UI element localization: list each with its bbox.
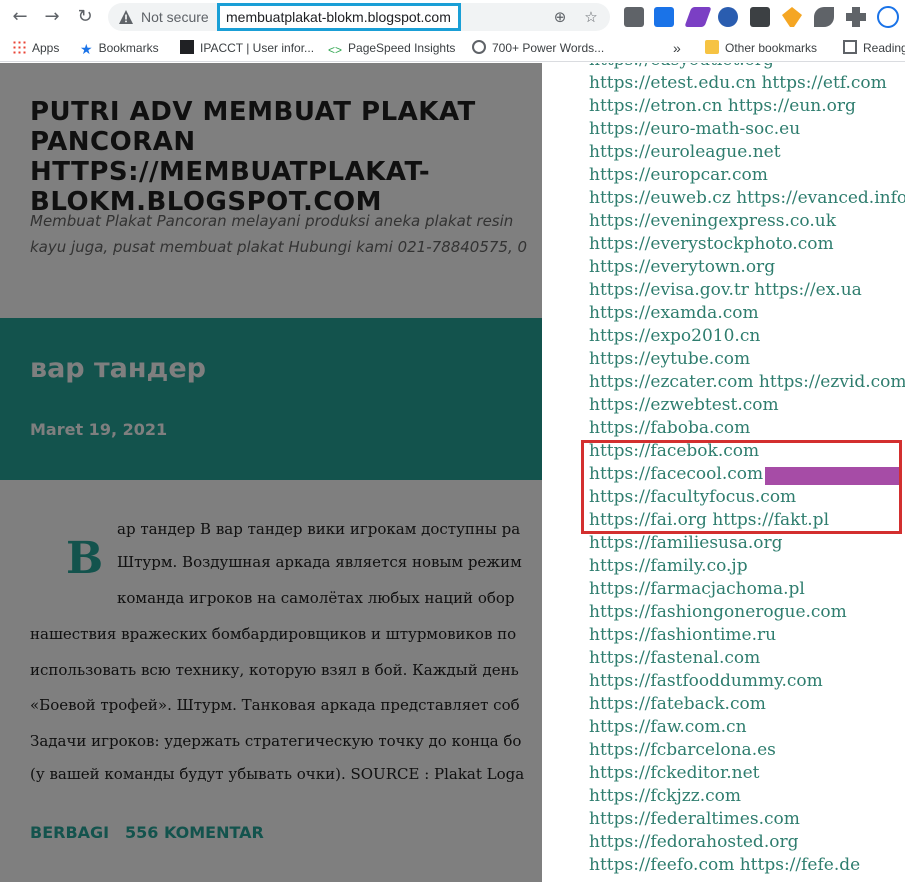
url-list-item[interactable]: https://farmacjachoma.pl — [589, 578, 905, 601]
extension-globe-icon[interactable] — [718, 7, 738, 27]
highlight-box — [581, 440, 902, 534]
url-list-item[interactable]: https://feefo.com https://fefe.de — [589, 854, 905, 877]
extension-pen-icon[interactable] — [684, 7, 712, 27]
url-list-item[interactable]: https://eveningexpress.co.uk — [589, 210, 905, 233]
apps-grid-icon — [12, 40, 26, 54]
not-secure-label[interactable]: Not secure — [141, 9, 209, 25]
bookmark-bookmarks[interactable]: ★ Bookmarks — [80, 40, 159, 57]
extension-leaf-icon[interactable] — [814, 7, 834, 27]
star-icon: ★ — [80, 41, 93, 57]
url-list-item[interactable]: https://everytown.org — [589, 256, 905, 279]
bookmarks-overflow-button[interactable]: » — [673, 40, 681, 56]
reload-icon[interactable]: ↻ — [73, 5, 97, 29]
url-text[interactable]: membuatplakat-blokm.blogspot.com — [226, 9, 451, 25]
url-list-item[interactable]: https://familiesusa.org — [589, 532, 905, 555]
url-list-item[interactable]: https://faboba.com — [589, 417, 905, 440]
url-list-item[interactable]: https://expo2010.cn — [589, 325, 905, 348]
url-list-item[interactable]: https://fastfooddummy.com — [589, 670, 905, 693]
url-list-item[interactable]: https://fedorahosted.org — [589, 831, 905, 854]
reading-list-button[interactable]: Reading — [843, 40, 905, 56]
url-list-item[interactable]: https://fckeditor.net — [589, 762, 905, 785]
url-list-panel: https://easyoutlet.orghttps://etest.edu.… — [542, 63, 905, 882]
url-list-item[interactable]: https://euweb.cz https://evanced.info — [589, 187, 905, 210]
bookmark-power-words[interactable]: 700+ Power Words... — [472, 40, 604, 56]
url-list-item[interactable]: https://fckjzz.com — [589, 785, 905, 808]
url-highlight-box: membuatplakat-blokm.blogspot.com — [217, 3, 461, 31]
bookmark-pagespeed[interactable]: <> PageSpeed Insights — [328, 40, 455, 57]
bookmark-star-icon[interactable]: ☆ — [581, 7, 601, 27]
url-list-item[interactable]: https://etron.cn https://eun.org — [589, 95, 905, 118]
url-list-item[interactable]: https://etest.edu.cn https://etf.com — [589, 72, 905, 95]
url-list-item[interactable]: https://fastenal.com — [589, 647, 905, 670]
bookmark-apps[interactable]: Apps — [12, 40, 59, 56]
url-list-item[interactable]: https://examda.com — [589, 302, 905, 325]
url-list-item[interactable]: https://euro-math-soc.eu — [589, 118, 905, 141]
extension-accessibility-icon[interactable] — [654, 7, 674, 27]
url-list-item[interactable]: https://fateback.com — [589, 693, 905, 716]
url-list-item[interactable]: https://evisa.gov.tr https://ex.ua — [589, 279, 905, 302]
url-list-item[interactable]: https://ezcater.com https://ezvid.com — [589, 371, 905, 394]
warning-triangle-icon — [119, 10, 133, 24]
profile-avatar-icon[interactable] — [877, 6, 899, 28]
extension-screenshot-icon[interactable] — [750, 7, 770, 27]
ipacct-logo-icon — [180, 40, 194, 54]
bookmark-ipacct[interactable]: IPACCT | User infor... — [180, 40, 314, 56]
other-bookmarks-folder[interactable]: Other bookmarks — [705, 40, 817, 56]
reading-list-icon — [843, 40, 857, 54]
url-list-item[interactable]: https://ezwebtest.com — [589, 394, 905, 417]
folder-icon — [705, 40, 719, 54]
url-list-item[interactable]: https://fashiongonerogue.com — [589, 601, 905, 624]
redaction-bar — [765, 467, 899, 485]
url-list-item[interactable]: https://easyoutlet.org — [589, 63, 905, 72]
back-arrow-icon[interactable]: ← — [8, 5, 32, 29]
browser-toolbar: ← → ↻ Not secure membuatplakat-blokm.blo… — [0, 0, 905, 34]
url-list-item[interactable]: https://federaltimes.com — [589, 808, 905, 831]
page-viewport: PUTRI ADV MEMBUAT PLAKAT PANCORAN HTTPS:… — [0, 63, 905, 882]
url-list-item[interactable]: https://faw.com.cn — [589, 716, 905, 739]
url-list-item[interactable]: https://family.co.jp — [589, 555, 905, 578]
globe-icon — [472, 40, 486, 54]
extension-plant-icon[interactable] — [782, 7, 802, 27]
extensions-puzzle-icon[interactable] — [846, 7, 866, 27]
forward-arrow-icon[interactable]: → — [40, 5, 64, 29]
url-list-item[interactable]: https://fashiontime.ru — [589, 624, 905, 647]
pagespeed-icon: <> — [328, 43, 343, 57]
url-list-item[interactable]: https://everystockphoto.com — [589, 233, 905, 256]
zoom-icon[interactable]: ⊕ — [550, 7, 570, 27]
url-list-item[interactable]: https://fcbarcelona.es — [589, 739, 905, 762]
extension-calendar-icon[interactable] — [624, 7, 644, 27]
url-list-item[interactable]: https://europcar.com — [589, 164, 905, 187]
address-bar[interactable]: Not secure membuatplakat-blokm.blogspot.… — [108, 3, 610, 31]
bookmarks-bar: Apps ★ Bookmarks IPACCT | User infor... <… — [0, 34, 905, 62]
url-list-item[interactable]: https://eytube.com — [589, 348, 905, 371]
url-list-item[interactable]: https://euroleague.net — [589, 141, 905, 164]
